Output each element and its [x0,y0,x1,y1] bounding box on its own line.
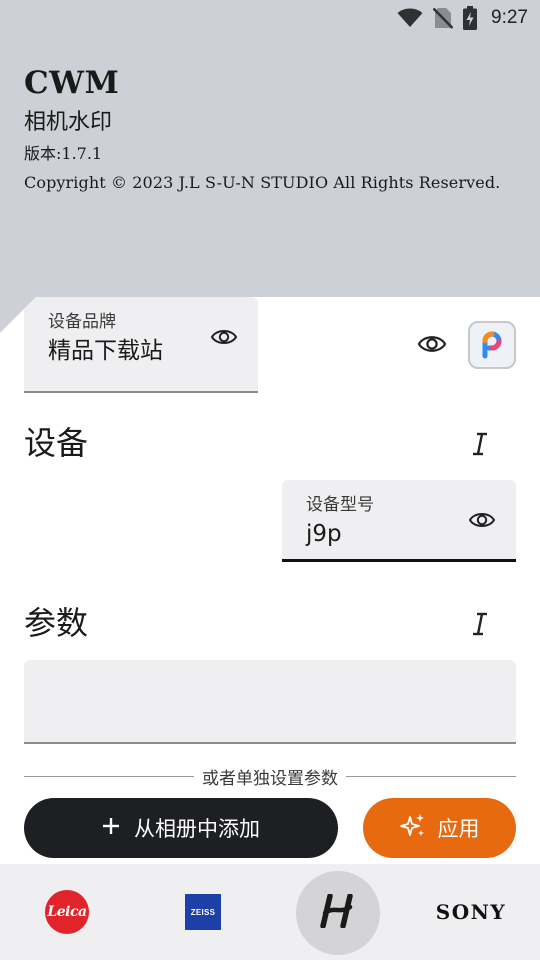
app-subtitle: 相机水印 [24,110,113,135]
app-logo-icon[interactable] [468,321,516,369]
brand-leica[interactable]: Leica [32,864,102,960]
no-sim-icon [433,7,454,29]
device-section-title: 设备 [24,424,89,462]
add-from-album-button[interactable]: 从相册中添加 [24,798,338,858]
status-time: 9:27 [491,7,528,28]
brand-hasselblad-selected[interactable] [296,871,380,955]
divider-line [346,775,516,777]
apply-label: 应用 [437,817,480,841]
text-style-icon[interactable] [466,610,494,638]
device-model-label: 设备型号 [306,495,374,515]
divider-line [24,775,194,777]
model-eye-icon[interactable] [466,507,498,533]
leica-logo: Leica [45,890,89,934]
device-brand-field[interactable]: 设备品牌 精品下载站 [24,297,258,393]
params-input[interactable] [24,660,516,744]
divider-text: 或者单独设置参数 [202,768,338,789]
wifi-icon [397,8,423,28]
app-header: CWM 相机水印 版本:1.7.1 Copyright © 2023 J.L S… [24,62,530,194]
brand-zeiss[interactable]: ZEISS [168,864,238,960]
plus-icon [102,816,120,840]
device-brand-label: 设备品牌 [48,312,116,332]
zeiss-logo: ZEISS [185,894,221,930]
device-model-field[interactable]: 设备型号 j9p [282,480,516,562]
text-style-icon[interactable] [466,430,494,458]
add-from-album-label: 从相册中添加 [134,817,260,841]
device-model-value[interactable]: j9p [306,518,342,550]
brand-bar: Leica ZEISS SONY [0,864,540,960]
hasselblad-logo-icon [318,893,358,932]
app-version: 版本:1.7.1 [24,144,103,163]
app-title: CWM [24,65,120,101]
battery-charging-icon [463,6,478,30]
screen: 9:27 CWM 相机水印 版本:1.7.1 Copyright © 2023 … [0,0,540,960]
params-section-title: 参数 [24,604,89,642]
apply-button[interactable]: 应用 [363,798,516,858]
device-brand-value[interactable]: 精品下载站 [48,335,163,367]
divider: 或者单独设置参数 [24,764,516,789]
brand-sony[interactable]: SONY [424,864,518,960]
sony-logo: SONY [435,900,507,924]
eye-icon[interactable] [414,330,450,358]
status-bar: 9:27 [0,0,540,36]
settings-card: 设置 设备 设备品牌 精品下载站 [0,297,540,864]
sparkle-icon [399,813,426,844]
brand-eye-icon[interactable] [208,324,240,350]
app-copyright: Copyright © 2023 J.L S-U-N STUDIO All Ri… [24,173,501,192]
